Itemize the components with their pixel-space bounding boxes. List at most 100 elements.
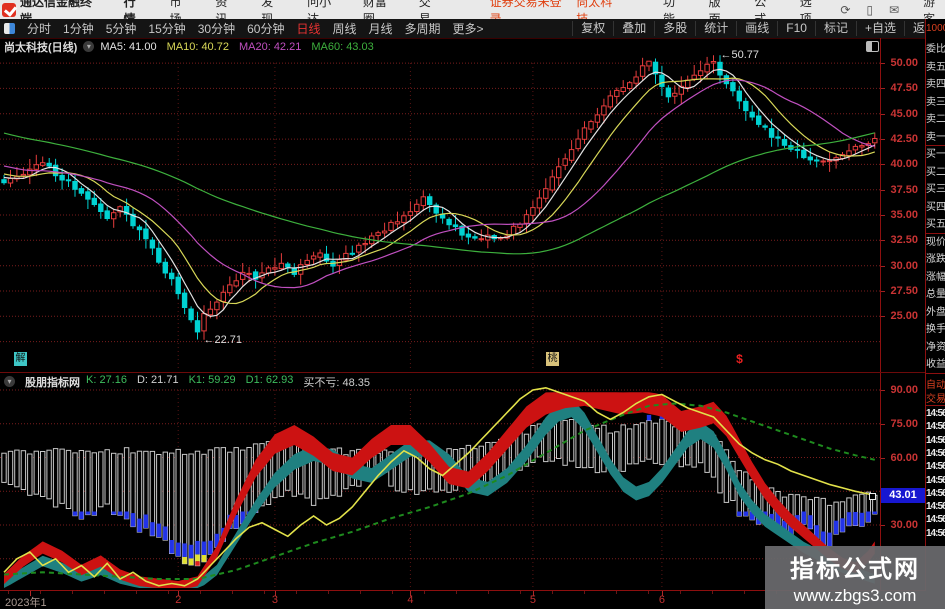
chevron-down-icon[interactable]: ▾	[83, 41, 95, 52]
sidebar-label-外盘[interactable]: 外盘	[926, 303, 945, 318]
chart-canvas[interactable]	[0, 38, 880, 590]
sidebar-top-value: 1000	[926, 23, 945, 34]
toolbar-button-F10[interactable]: F10	[777, 21, 815, 36]
sidebar-trade-time: 14:56	[926, 501, 945, 513]
period-tab-日线[interactable]: 日线	[296, 20, 320, 37]
price-tick-32.50: 32.50	[890, 234, 918, 247]
toolbar-button-复权[interactable]: 复权	[572, 21, 613, 36]
indicator-tick-90.00: 90.00	[890, 384, 918, 396]
indicator-header: ▾ 股朋指标网 K: 27.16 D: 21.71 K1: 59.29 D1: 62.…	[0, 373, 880, 390]
indicator-title: 股朋指标网	[25, 376, 80, 389]
event-marker-解[interactable]: 解	[14, 352, 27, 366]
sidebar-label-涨跌[interactable]: 涨跌	[926, 250, 945, 265]
ma-label-20: MA20: 42.21	[238, 40, 302, 53]
event-marker-$[interactable]: $	[733, 352, 746, 366]
refresh-icon[interactable]: ⟳	[840, 3, 850, 17]
sidebar-trade-time: 14:56	[926, 487, 945, 499]
price-tick-25.00: 25.00	[890, 310, 918, 323]
sidebar-自动-button[interactable]: 自动	[926, 376, 945, 391]
line-end-marker	[869, 492, 876, 500]
period-tab-多周期[interactable]: 多周期	[405, 20, 441, 37]
indicator-tick-30.00: 30.00	[890, 519, 918, 531]
chevron-down-icon[interactable]: ▾	[4, 376, 15, 387]
mobile-icon[interactable]: ▯	[866, 3, 873, 17]
ma-legend: MA5: 41.00 MA10: 40.72 MA20: 42.21 MA60: 43…	[100, 41, 383, 53]
period-tab-5分钟[interactable]: 5分钟	[106, 20, 137, 37]
sidebar-label-卖一[interactable]: 卖一	[926, 128, 945, 143]
axis-border	[880, 38, 881, 591]
toolbar-right-buttons: 复权叠加多股统计画线F10标记+自选返回	[572, 19, 945, 38]
period-tab-30分钟[interactable]: 30分钟	[198, 20, 235, 37]
sidebar-label-总量[interactable]: 总量	[926, 285, 945, 300]
quote-sidebar[interactable]: 1000 委比卖五卖四卖三卖二卖一买一买二买三买四买五现价涨跌涨幅总量外盘换手净资…	[926, 19, 945, 609]
period-tab-分时[interactable]: 分时	[27, 20, 51, 37]
time-label-6: 6	[658, 594, 666, 606]
ma-label-5: MA5: 41.00	[100, 40, 157, 53]
toolbar-button-多股[interactable]: 多股	[654, 21, 695, 36]
toolbar-button-叠加[interactable]: 叠加	[613, 21, 654, 36]
time-label-3: 3	[271, 594, 279, 606]
watermark: 指标公式网 www.zbgs3.com	[765, 546, 945, 609]
event-marker-桃[interactable]: 桃	[546, 352, 559, 366]
sidebar-label-买三[interactable]: 买三	[926, 180, 945, 195]
sidebar-label-买一[interactable]: 买一	[926, 145, 945, 160]
ma-label-60: MA60: 43.03	[311, 40, 374, 53]
toolbar-button-标记[interactable]: 标记	[814, 21, 856, 36]
toolbar-button-画线[interactable]: 画线	[736, 21, 777, 36]
sidebar-trade-time: 14:56	[926, 461, 945, 473]
sidebar-label-买五[interactable]: 买五	[926, 215, 945, 230]
time-label-2023年1: 2023年1	[5, 597, 47, 609]
sidebar-label-卖五[interactable]: 卖五	[926, 58, 945, 73]
period-tab-60分钟[interactable]: 60分钟	[247, 20, 284, 37]
high-price-annotation: ←50.77	[720, 49, 760, 61]
time-label-2: 2	[175, 594, 182, 606]
indicator-values: K: 27.16 D: 21.71 K1: 59.29 D1: 62.93 买不亏: 4…	[86, 374, 380, 390]
sidebar-label-净资[interactable]: 净资	[926, 338, 945, 353]
sidebar-trade-time: 14:56	[926, 434, 945, 446]
indicator-value-0: K: 27.16	[86, 373, 127, 386]
sidebar-trade-time: 14:56	[926, 421, 945, 433]
sidebar-label-换手[interactable]: 换手	[926, 320, 945, 335]
indicator-value-2: K1: 59.29	[188, 373, 236, 386]
sidebar-label-现价[interactable]: 现价	[926, 233, 945, 248]
price-tick-27.50: 27.50	[890, 285, 918, 297]
time-label-4: 4	[407, 594, 414, 606]
price-tick-47.50: 47.50	[890, 82, 918, 95]
price-tick-42.50: 42.50	[890, 133, 918, 146]
sidebar-trade-time: 14:56	[926, 474, 945, 486]
sidebar-label-卖三[interactable]: 卖三	[926, 93, 945, 108]
period-tab-15分钟[interactable]: 15分钟	[148, 20, 185, 37]
price-tick-30.00: 30.00	[890, 259, 918, 272]
price-tick-45.00: 45.00	[890, 107, 918, 120]
sidebar-trade-time: 14:56	[926, 514, 945, 526]
price-tick-50.00: 50.00	[890, 57, 918, 70]
toolbar-button-统计[interactable]: 统计	[695, 21, 736, 36]
chart-mode-icon[interactable]	[4, 23, 15, 34]
sidebar-交易-button[interactable]: 交易	[926, 390, 945, 405]
indicator-value-1: D: 21.71	[136, 373, 179, 386]
split-window-icon[interactable]	[866, 41, 879, 52]
sidebar-label-卖四[interactable]: 卖四	[926, 75, 945, 90]
ma-label-10: MA10: 40.72	[166, 40, 229, 53]
sidebar-label-买四[interactable]: 买四	[926, 198, 945, 213]
sidebar-label-涨幅[interactable]: 涨幅	[926, 268, 945, 283]
sidebar-label-委比[interactable]: 委比	[926, 40, 945, 55]
indicator-value-3: D1: 62.93	[245, 373, 294, 386]
sidebar-trade-time: 14:56	[926, 447, 945, 459]
sidebar-label-买二[interactable]: 买二	[926, 163, 945, 178]
period-tab-月线[interactable]: 月线	[369, 20, 393, 37]
period-tabs: 分时 1分钟 5分钟 15分钟 30分钟 60分钟 日线 周线 月线 多周期 更多>	[21, 20, 490, 37]
price-tick-40.00: 40.00	[890, 158, 918, 171]
toolbar-button-+自选[interactable]: +自选	[855, 21, 904, 36]
mail-icon[interactable]: ✉	[889, 3, 899, 17]
indicator-tick-75.00: 75.00	[890, 417, 918, 430]
period-tab-周线[interactable]: 周线	[332, 20, 356, 37]
price-tick-37.50: 37.50	[890, 183, 918, 196]
sidebar-trade-time: 14:56	[926, 408, 945, 419]
indicator-tick-60.00: 60.00	[890, 451, 918, 464]
sidebar-label-卖二[interactable]: 卖二	[926, 110, 945, 125]
period-tab-更多>[interactable]: 更多>	[453, 20, 484, 37]
period-tab-1分钟[interactable]: 1分钟	[63, 20, 94, 37]
sidebar-label-收益[interactable]: 收益	[926, 355, 945, 370]
current-value-box: 43.01	[881, 487, 925, 503]
